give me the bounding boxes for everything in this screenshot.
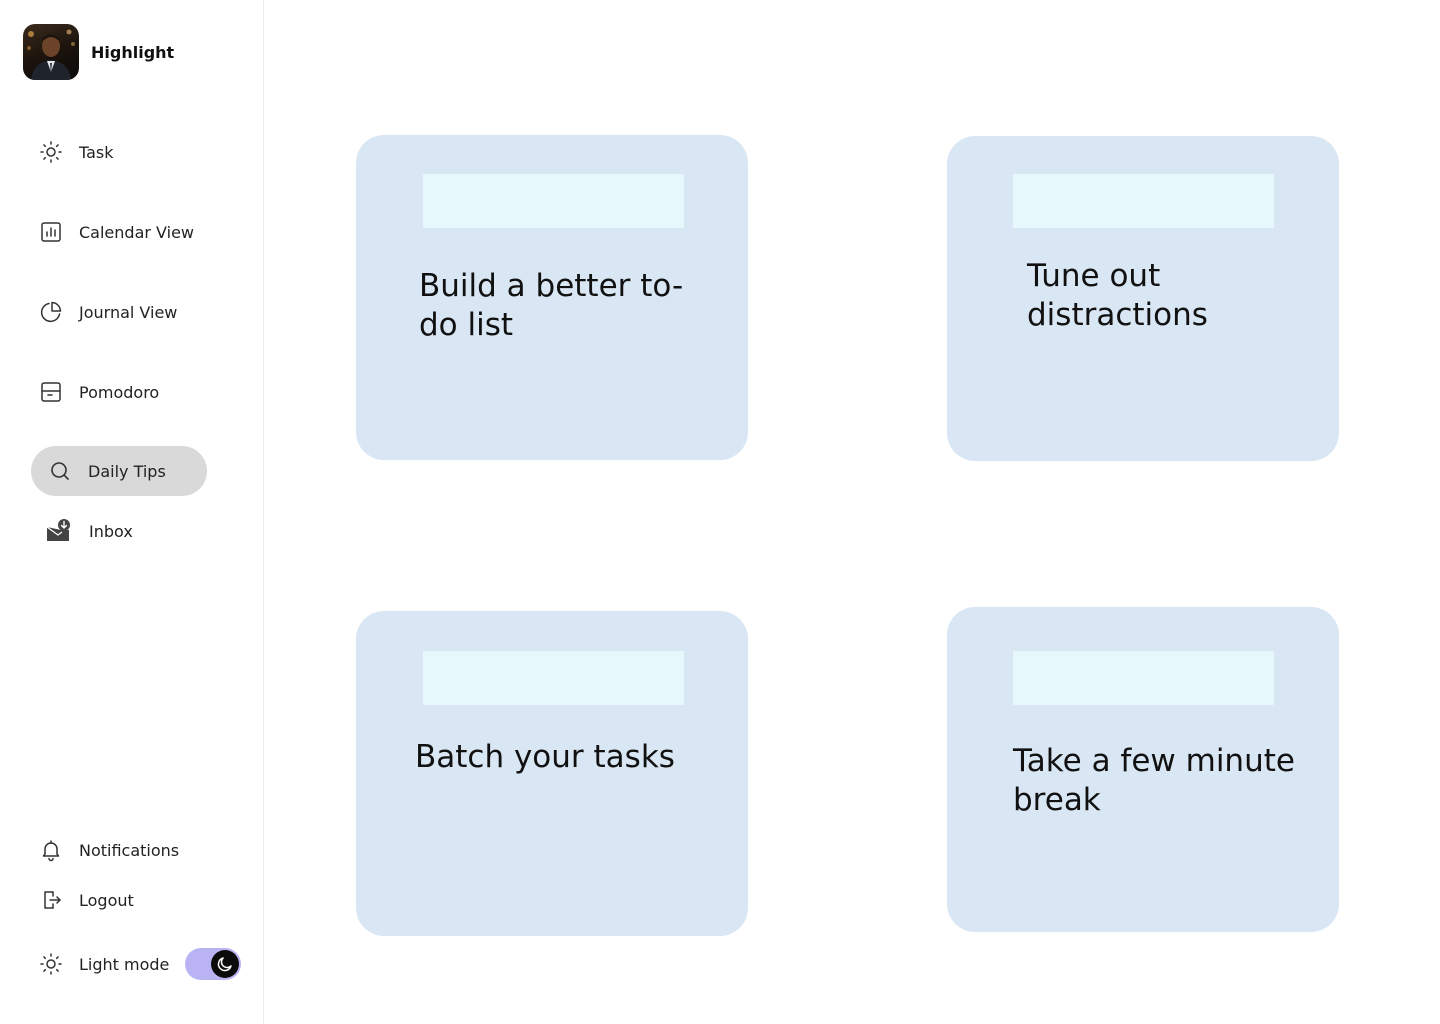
sidebar-item-inbox[interactable]: Inbox [45,518,133,544]
tip-card[interactable]: Build a better to-do list [356,135,748,460]
tip-card-banner [423,651,684,705]
sidebar-item-calendar-view[interactable]: Calendar View [39,220,194,244]
inbox-download-icon [45,518,71,544]
search-icon [48,459,72,483]
sidebar-item-logout[interactable]: Logout [39,888,134,912]
sidebar-item-pomodoro[interactable]: Pomodoro [39,380,159,404]
sidebar-item-task[interactable]: Task [39,140,114,164]
moon-icon [211,950,239,978]
theme-toggle[interactable] [185,948,241,980]
theme-mode-row: Light mode [39,952,169,976]
sidebar-item-label: Calendar View [79,222,194,242]
tip-card[interactable]: Tune out distractions [947,136,1339,461]
sidebar-item-notifications[interactable]: Notifications [39,838,179,862]
tip-card[interactable]: Batch your tasks [356,611,748,936]
logout-icon [39,888,63,912]
app-root: Highlight Task Calendar View Journal Vie… [0,0,1440,1024]
tip-card-title: Build a better to-do list [419,268,684,343]
tip-card-title: Batch your tasks [415,739,675,775]
tip-card-banner [423,174,684,228]
pie-chart-icon [39,300,63,324]
bell-icon [39,838,63,862]
theme-mode-label: Light mode [79,954,170,974]
brand-name: Highlight [91,42,175,62]
sidebar: Highlight Task Calendar View Journal Vie… [0,0,264,1024]
sun-icon [39,952,63,976]
sidebar-item-label: Task [79,142,114,162]
tip-card-title: Take a few minute break [1013,743,1295,818]
tip-card-title: Tune out distractions [1027,258,1208,333]
sidebar-item-label: Inbox [89,521,133,541]
tip-card-banner [1013,174,1274,228]
bar-chart-icon [39,220,63,244]
tip-card[interactable]: Take a few minute break [947,607,1339,932]
brand[interactable]: Highlight [23,24,174,80]
sidebar-item-daily-tips[interactable]: Daily Tips [31,446,207,496]
tip-card-banner [1013,651,1274,705]
avatar[interactable] [23,24,79,80]
sidebar-item-label: Pomodoro [79,382,160,402]
sidebar-item-label: Daily Tips [88,461,166,481]
sidebar-item-journal-view[interactable]: Journal View [39,300,177,324]
box-icon [39,380,63,404]
sidebar-item-label: Notifications [79,840,180,860]
avatar-image [27,29,75,80]
sidebar-item-label: Logout [79,890,134,910]
sidebar-item-label: Journal View [79,302,178,322]
sun-icon [39,140,63,164]
